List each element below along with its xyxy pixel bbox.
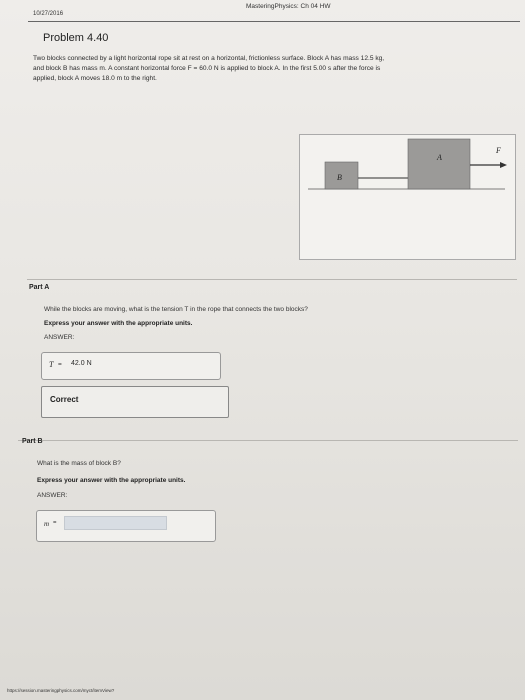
- part-b-instruction: Express your answer with the appropriate…: [37, 477, 186, 484]
- part-a-answer-value: 42.0 N: [71, 360, 92, 367]
- part-a-instruction: Express your answer with the appropriate…: [44, 320, 193, 327]
- footer-url: https://session.masteringphysics.com/myc…: [7, 688, 115, 693]
- block-a: [407, 138, 471, 190]
- printed-page: 10/27/2016 MasteringPhysics: Ch 04 HW Pr…: [0, 0, 525, 700]
- header-divider: [28, 21, 520, 22]
- part-a-divider: [27, 279, 517, 280]
- part-a-question: While the blocks are moving, what is the…: [44, 306, 308, 313]
- part-a-equals: =: [58, 361, 62, 368]
- force-arrowhead: [500, 162, 507, 168]
- problem-text-line-3: applied, block A moves 18.0 m to the rig…: [33, 75, 157, 82]
- correct-text: Correct: [50, 395, 79, 404]
- block-a-label: A: [436, 153, 442, 162]
- part-b-answer-input[interactable]: [64, 516, 167, 530]
- blocks-figure: B A F: [299, 134, 516, 260]
- part-a-feedback: Correct: [41, 386, 229, 418]
- problem-statement: Two blocks connected by a light horizont…: [33, 54, 518, 84]
- part-b-variable: m: [44, 520, 50, 528]
- part-b-answer-label: ANSWER:: [37, 492, 68, 499]
- part-a-answer-box: T = 42.0 N: [41, 352, 221, 380]
- part-b-question: What is the mass of block B?: [37, 460, 121, 467]
- part-b-divider: [18, 440, 518, 441]
- part-a-variable: T: [49, 360, 54, 369]
- part-b-heading: Part B: [22, 438, 43, 445]
- part-a-heading: Part A: [29, 284, 50, 291]
- problem-text-line-2: and block B has mass m. A constant horiz…: [33, 65, 381, 72]
- part-b-equals: =: [53, 520, 57, 526]
- force-label: F: [495, 146, 501, 155]
- part-a-answer-label: ANSWER:: [44, 334, 75, 341]
- problem-text-line-1: Two blocks connected by a light horizont…: [33, 55, 385, 62]
- block-b-label: B: [337, 173, 342, 182]
- problem-title: Problem 4.40: [43, 32, 109, 44]
- blocks-diagram: B A F: [308, 138, 507, 190]
- page-header-title: MasteringPhysics: Ch 04 HW: [246, 3, 331, 10]
- print-date: 10/27/2016: [33, 11, 64, 17]
